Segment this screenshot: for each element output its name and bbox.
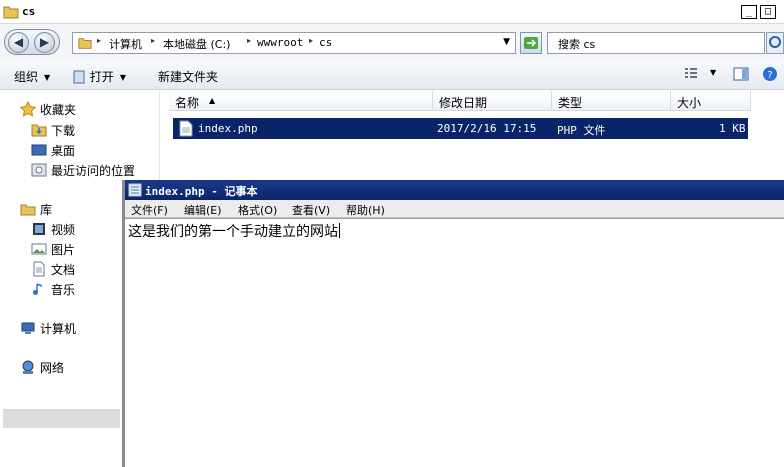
- nav-label: 计算机: [40, 322, 77, 336]
- open-button[interactable]: 打开 ▼: [72, 68, 126, 85]
- document-icon: [33, 261, 45, 277]
- maximize-button[interactable]: □: [760, 5, 776, 19]
- window-title: cs: [22, 5, 36, 18]
- php-file-icon: [179, 120, 193, 137]
- computer-icon: [21, 322, 35, 334]
- command-bar: 组织 ▼ 打开 ▼ 新建文件夹 ▼ ?: [0, 60, 784, 90]
- refresh-icon: [524, 37, 538, 49]
- chevron-right-icon[interactable]: ▸: [309, 36, 313, 45]
- downloads-folder-icon: [31, 124, 47, 137]
- file-name: index.php: [198, 122, 258, 135]
- column-label: 名称: [175, 96, 200, 110]
- search-placeholder: 搜索 cs: [558, 38, 596, 51]
- column-label: 类型: [558, 96, 583, 110]
- column-header-type[interactable]: 类型: [552, 91, 671, 111]
- nav-label: 下载: [51, 124, 76, 138]
- menu-edit[interactable]: 编辑(E): [184, 202, 222, 218]
- back-button[interactable]: ◀: [8, 32, 29, 53]
- search-icon: [769, 36, 781, 48]
- notepad-window: index.php - 记事本 文件(F) 编辑(E) 格式(O) 查看(V) …: [122, 180, 784, 467]
- svg-text:?: ?: [767, 70, 772, 81]
- view-options-button[interactable]: [683, 66, 699, 85]
- organize-button[interactable]: 组织 ▼: [14, 68, 50, 85]
- music-icon: [33, 283, 43, 295]
- notepad-menubar: 文件(F) 编辑(E) 格式(O) 查看(V) 帮助(H): [125, 200, 784, 218]
- notepad-text-area[interactable]: 这是我们的第一个手动建立的网站: [125, 218, 784, 467]
- chevron-down-icon: ▼: [44, 73, 51, 82]
- sort-ascending-icon: ▲: [209, 96, 216, 105]
- selection-highlight: [3, 409, 120, 428]
- search-input[interactable]: 搜索 cs: [547, 32, 765, 54]
- desktop-icon: [31, 144, 47, 156]
- nav-label: 网络: [40, 361, 65, 375]
- chevron-down-icon[interactable]: ▼: [503, 37, 510, 47]
- organize-label: 组织: [14, 70, 39, 84]
- chevron-down-icon: ▼: [119, 73, 126, 82]
- picture-icon: [31, 243, 47, 255]
- notepad-icon: [128, 183, 142, 197]
- notepad-title: index.php - 记事本: [145, 185, 258, 198]
- column-header-size[interactable]: 大小: [671, 91, 751, 111]
- help-icon: ?: [763, 67, 777, 81]
- menu-format[interactable]: 格式(O): [238, 202, 277, 218]
- column-header-name[interactable]: 名称 ▲: [169, 91, 433, 111]
- search-button[interactable]: [766, 32, 784, 54]
- chevron-right-icon[interactable]: ▸: [97, 36, 101, 45]
- breadcrumb-computer[interactable]: 计算机: [109, 36, 142, 52]
- nav-buttons: ◀ ▶: [4, 29, 60, 55]
- notepad-content-text: 这是我们的第一个手动建立的网站: [128, 224, 338, 240]
- file-modified: 2017/2/16 17:15: [437, 122, 537, 135]
- chevron-right-icon[interactable]: ▸: [247, 36, 251, 45]
- folder-icon: [3, 6, 19, 19]
- breadcrumb-cs[interactable]: cs: [319, 36, 332, 49]
- chevron-right-icon[interactable]: ▸: [151, 36, 155, 45]
- notepad-content: 这是我们的第一个手动建立的网站: [128, 221, 340, 241]
- address-box[interactable]: ▸ 计算机 ▸ 本地磁盘 (C:) ▸ wwwroot ▸ cs ▼: [72, 32, 516, 54]
- nav-label: 最近访问的位置: [51, 164, 136, 178]
- notepad-icon: [73, 70, 85, 84]
- preview-pane-button[interactable]: [733, 66, 749, 85]
- network-icon: [22, 360, 34, 374]
- notepad-titlebar[interactable]: index.php - 记事本: [125, 180, 784, 200]
- preview-pane-icon: [733, 67, 749, 81]
- file-type: PHP 文件: [557, 124, 606, 137]
- refresh-button[interactable]: [520, 32, 542, 54]
- chevron-down-icon[interactable]: ▼: [710, 68, 716, 77]
- forward-button[interactable]: ▶: [34, 32, 55, 53]
- nav-label: 视频: [51, 223, 76, 237]
- column-label: 修改日期: [439, 96, 488, 110]
- file-list: 名称 ▲ 修改日期 类型 大小 index.php 2017/2/16 17:1…: [161, 91, 784, 183]
- column-label: 大小: [677, 96, 702, 110]
- star-icon: [20, 101, 36, 117]
- breadcrumb-local-disk[interactable]: 本地磁盘 (C:): [163, 36, 230, 52]
- minimize-button[interactable]: _: [741, 5, 757, 19]
- column-header-modified[interactable]: 修改日期: [433, 91, 552, 111]
- menu-help[interactable]: 帮助(H): [346, 202, 385, 218]
- explorer-titlebar[interactable]: cs _ □: [0, 0, 784, 24]
- file-size: 1 KB: [719, 122, 746, 135]
- open-label: 打开: [89, 70, 114, 84]
- view-list-icon: [685, 68, 697, 78]
- menu-file[interactable]: 文件(F): [131, 202, 168, 218]
- help-button[interactable]: ?: [762, 66, 778, 85]
- nav-label: 收藏夹: [40, 103, 77, 117]
- nav-label: 库: [40, 203, 53, 217]
- file-row[interactable]: index.php 2017/2/16 17:15 PHP 文件 1 KB: [173, 118, 748, 139]
- nav-label: 桌面: [51, 144, 76, 158]
- nav-label: 文档: [51, 263, 76, 277]
- menu-view[interactable]: 查看(V): [292, 202, 330, 218]
- breadcrumb-wwwroot[interactable]: wwwroot: [257, 36, 303, 49]
- libraries-icon: [20, 204, 36, 216]
- recent-places-icon: [31, 163, 47, 177]
- folder-icon: [78, 38, 92, 49]
- nav-label: 图片: [51, 243, 76, 257]
- address-bar-area: ◀ ▶ ▸ 计算机 ▸ 本地磁盘 (C:) ▸ wwwroot ▸ cs ▼ 搜…: [0, 24, 784, 60]
- nav-label: 音乐: [51, 283, 76, 297]
- new-folder-button[interactable]: 新建文件夹: [158, 68, 218, 85]
- text-cursor: [339, 223, 340, 238]
- video-icon: [33, 223, 45, 235]
